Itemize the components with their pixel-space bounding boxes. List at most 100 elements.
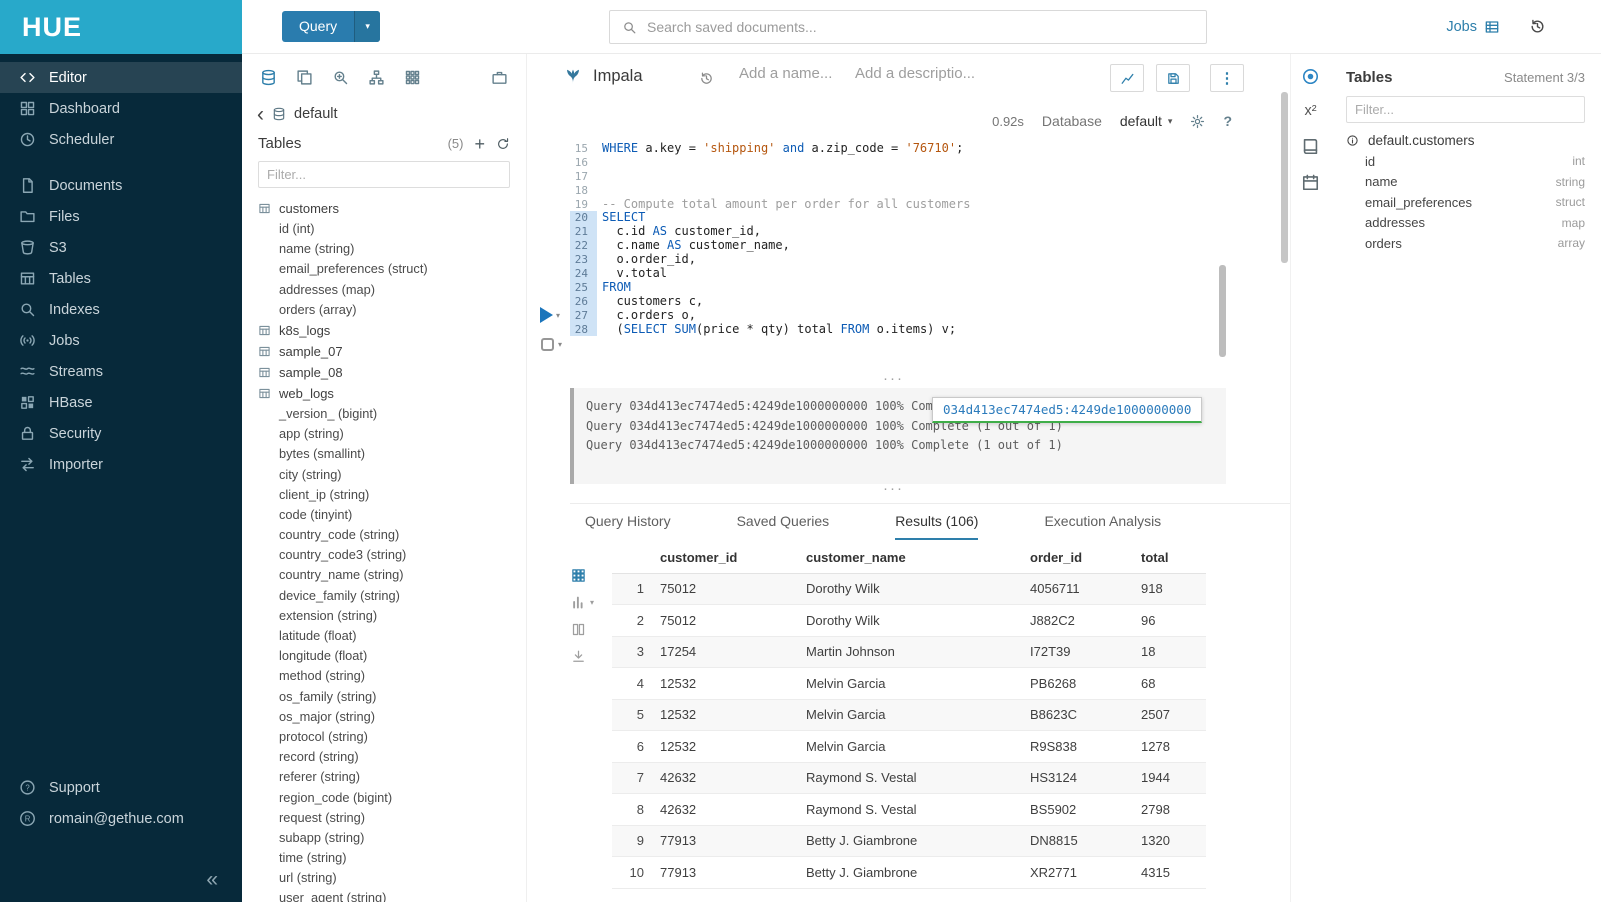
tree-column[interactable]: country_name (string) — [258, 565, 526, 585]
tree-column[interactable]: subapp (string) — [258, 828, 526, 848]
result-row[interactable]: 612532Melvin GarciaR9S8381278 — [612, 731, 1206, 763]
code-line[interactable]: -- Compute total amount per order for al… — [597, 198, 970, 212]
tree-column[interactable]: time (string) — [258, 848, 526, 868]
code-line[interactable]: c.name AS customer_name, — [597, 239, 790, 253]
breadcrumb-database[interactable]: default — [294, 106, 338, 122]
sidebar-item-importer[interactable]: Importer — [0, 449, 242, 480]
query-dropdown-caret-icon[interactable]: ▾ — [354, 11, 380, 42]
toolbox-icon[interactable] — [491, 69, 508, 86]
sidebar-item-indexes[interactable]: Indexes — [0, 294, 242, 325]
history-icon[interactable] — [1529, 18, 1546, 35]
result-row[interactable]: 1077913Betty J. GiambroneXR27714315 — [612, 857, 1206, 889]
right-column-name[interactable]: namestring — [1330, 172, 1601, 193]
code-line[interactable] — [597, 184, 602, 198]
tree-column[interactable]: addresses (map) — [258, 280, 526, 300]
tree-column[interactable]: name (string) — [258, 239, 526, 259]
execute-button[interactable] — [540, 307, 553, 323]
resize-handle-top[interactable]: ··· — [883, 374, 904, 384]
tree-column[interactable]: code (tinyint) — [258, 505, 526, 525]
right-column-addresses[interactable]: addressesmap — [1330, 213, 1601, 234]
tree-column[interactable]: app (string) — [258, 424, 526, 444]
tree-column[interactable]: user_agent (string) — [258, 888, 526, 902]
sidebar-item-streams[interactable]: Streams — [0, 356, 242, 387]
tree-column[interactable]: longitude (float) — [258, 646, 526, 666]
tree-column[interactable]: city (string) — [258, 465, 526, 485]
sidebar-item-s3[interactable]: S3 — [0, 232, 242, 263]
documents-assist-icon[interactable] — [296, 69, 313, 86]
tree-column[interactable]: email_preferences (struct) — [258, 259, 526, 279]
result-row[interactable]: 412532Melvin GarciaPB626868 — [612, 668, 1206, 700]
search-input[interactable] — [647, 19, 1194, 35]
code-line[interactable]: c.id AS customer_id, — [597, 225, 761, 239]
tree-column[interactable]: method (string) — [258, 666, 526, 686]
sidebar-collapse-button[interactable]: « — [206, 868, 218, 892]
sidebar-item-security[interactable]: Security — [0, 418, 242, 449]
statement-caret-icon[interactable]: ▾ — [558, 340, 562, 349]
tree-column[interactable]: protocol (string) — [258, 727, 526, 747]
column-header-total[interactable]: total — [1141, 543, 1206, 573]
statement-selector-button[interactable] — [541, 338, 554, 351]
query-description-input[interactable] — [855, 65, 987, 82]
tree-column[interactable]: device_family (string) — [258, 586, 526, 606]
tab-query-history[interactable]: Query History — [585, 504, 671, 540]
sidebar-item-editor[interactable]: Editor — [0, 62, 242, 93]
active-table[interactable]: default.customers — [1330, 126, 1601, 151]
refresh-icon[interactable] — [496, 137, 510, 151]
right-column-email-preferences[interactable]: email_preferencesstruct — [1330, 192, 1601, 213]
tree-column[interactable]: client_ip (string) — [258, 485, 526, 505]
result-row[interactable]: 842632Raymond S. VestalBS59022798 — [612, 794, 1206, 826]
code-line[interactable]: c.orders o, — [597, 309, 696, 323]
column-header-order-id[interactable]: order_id — [1030, 543, 1141, 573]
tab-execution-analysis[interactable]: Execution Analysis — [1044, 504, 1161, 540]
add-table-icon[interactable]: + — [474, 137, 485, 151]
tree-column[interactable]: request (string) — [258, 808, 526, 828]
column-header-customer-name[interactable]: customer_name — [806, 543, 1030, 573]
engine-selector[interactable]: Impala — [563, 66, 643, 86]
chart-type-caret-icon[interactable]: ▾ — [590, 598, 594, 607]
result-row[interactable]: 175012Dorothy Wilk4056711918 — [612, 573, 1206, 605]
more-actions-button[interactable]: ⋮ — [1210, 64, 1244, 92]
panel-scrollbar[interactable] — [1281, 92, 1288, 263]
code-line[interactable]: SELECT — [597, 211, 645, 225]
columns-view-icon[interactable] — [571, 622, 586, 637]
help-icon[interactable]: ? — [1223, 113, 1232, 129]
download-icon[interactable] — [571, 649, 586, 664]
tree-table-customers[interactable]: customers — [258, 198, 526, 219]
sidebar-item-scheduler[interactable]: Scheduler — [0, 124, 242, 155]
code-line[interactable] — [597, 170, 602, 184]
hue-logo[interactable]: HUE — [0, 0, 242, 54]
tree-column[interactable]: referer (string) — [258, 767, 526, 787]
code-line[interactable]: v.total — [597, 267, 667, 281]
execute-caret-icon[interactable]: ▾ — [556, 311, 560, 320]
tree-column[interactable]: id (int) — [258, 219, 526, 239]
tree-column[interactable]: region_code (bigint) — [258, 788, 526, 808]
grid-view-icon[interactable] — [571, 568, 586, 583]
language-reference-icon[interactable] — [1301, 137, 1320, 156]
result-row[interactable]: 275012Dorothy WilkJ882C296 — [612, 605, 1206, 637]
tree-column[interactable]: latitude (float) — [258, 626, 526, 646]
code-line[interactable]: FROM — [597, 281, 631, 295]
schedule-icon[interactable] — [1301, 173, 1320, 192]
right-column-id[interactable]: idint — [1330, 151, 1601, 172]
query-name-input[interactable] — [739, 65, 845, 82]
code-line[interactable]: (SELECT SUM(price * qty) total FROM o.it… — [597, 323, 956, 337]
tree-table-sample-07[interactable]: sample_07 — [258, 341, 526, 362]
sidebar-item-files[interactable]: Files — [0, 201, 242, 232]
new-query-button[interactable]: Query ▾ — [282, 11, 380, 42]
result-row[interactable]: 977913Betty J. GiambroneDN88151320 — [612, 825, 1206, 857]
zoom-search-icon[interactable] — [332, 69, 349, 86]
tree-column[interactable]: extension (string) — [258, 606, 526, 626]
back-chevron-icon[interactable]: ‹ — [257, 107, 264, 122]
tab-results-106[interactable]: Results (106) — [895, 504, 978, 540]
assistant-icon[interactable] — [1301, 67, 1320, 86]
apps-grid-icon[interactable] — [404, 69, 421, 86]
functions-icon[interactable]: x² — [1304, 103, 1316, 120]
tree-table-k8s-logs[interactable]: k8s_logs — [258, 320, 526, 341]
database-select[interactable]: default ▾ — [1120, 113, 1173, 129]
tree-column[interactable]: country_code (string) — [258, 525, 526, 545]
data-source-icon[interactable] — [260, 69, 277, 86]
sidebar-item-tables[interactable]: Tables — [0, 263, 242, 294]
tree-table-sample-08[interactable]: sample_08 — [258, 362, 526, 383]
tree-column[interactable]: orders (array) — [258, 300, 526, 320]
editor-scrollbar[interactable] — [1219, 265, 1226, 357]
